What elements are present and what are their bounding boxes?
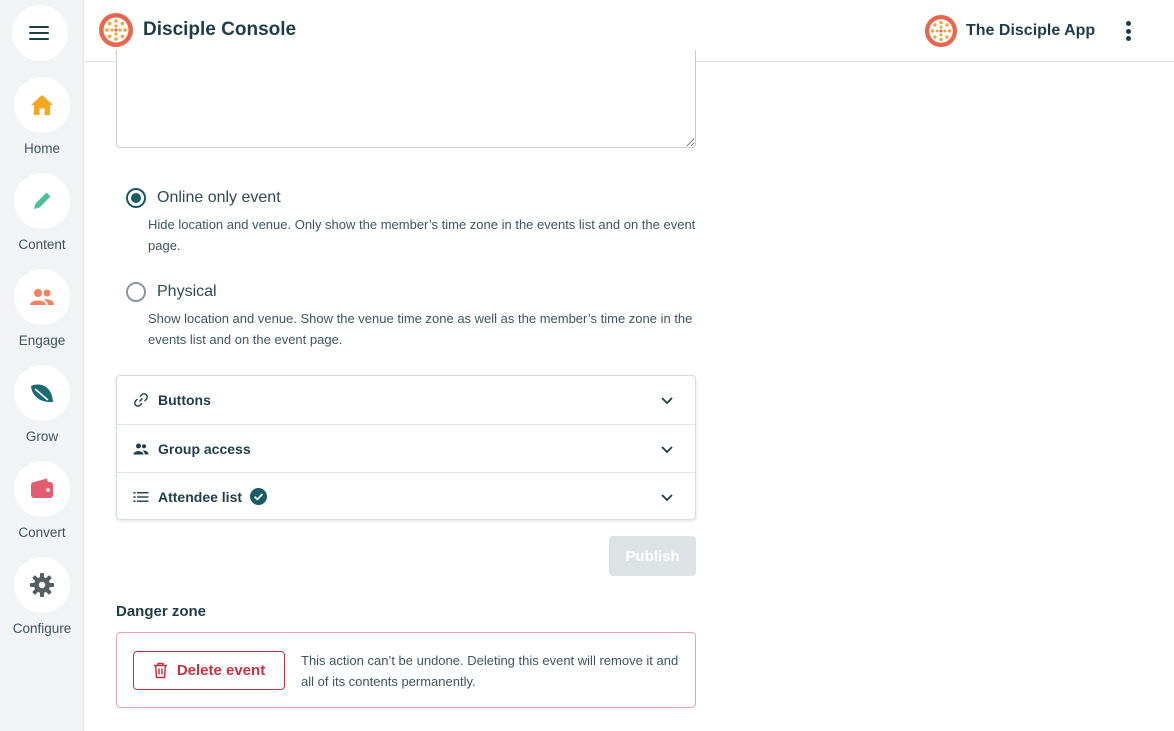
trash-icon	[153, 662, 167, 679]
danger-zone: Delete event This action can’t be undone…	[116, 632, 696, 708]
sidebar-item-label: Configure	[12, 621, 72, 636]
sidebar-item-convert[interactable]: Convert	[0, 461, 84, 540]
publish-button[interactable]: Publish	[609, 536, 696, 576]
sidebar-item-configure[interactable]: Configure	[0, 557, 84, 636]
sidebar-item-home[interactable]: Home	[0, 77, 84, 156]
radio-online-only[interactable]: Online only event	[126, 188, 281, 208]
accordion-attendee-list[interactable]: Attendee list	[117, 472, 695, 520]
chevron-down-icon	[661, 446, 673, 454]
home-icon	[14, 77, 70, 133]
accordion-label: Buttons	[158, 392, 211, 408]
radio-label: Online only event	[157, 189, 281, 206]
delete-event-button[interactable]: Delete event	[133, 651, 285, 690]
sidebar-item-label: Content	[18, 237, 66, 252]
check-circle-icon	[250, 488, 268, 505]
gear-icon	[14, 557, 70, 613]
app-logo-icon	[924, 14, 958, 48]
sidebar-item-label: Convert	[18, 525, 66, 540]
chevron-down-icon	[661, 494, 673, 502]
radio-description: Show location and venue. Show the venue …	[148, 311, 693, 347]
description-textarea[interactable]	[116, 50, 696, 148]
people-icon	[133, 441, 149, 457]
app-switcher[interactable]: The Disciple App	[924, 14, 1095, 48]
danger-zone-title: Danger zone	[116, 603, 207, 620]
accordion-buttons[interactable]: Buttons	[117, 376, 695, 424]
sidebar: Home Content Engage Grow Convert Configu…	[0, 0, 84, 731]
menu-button[interactable]	[12, 5, 68, 61]
app-name: The Disciple App	[966, 22, 1096, 39]
sidebar-item-engage[interactable]: Engage	[0, 269, 84, 348]
radio-label: Physical	[157, 283, 217, 300]
list-icon	[133, 489, 149, 505]
accordion-label: Group access	[158, 440, 251, 457]
sidebar-item-label: Grow	[25, 429, 59, 444]
radio-button-selected[interactable]	[126, 188, 146, 208]
leaf-icon	[14, 365, 70, 421]
delete-event-label: Delete event	[176, 662, 266, 679]
wallet-icon	[14, 461, 70, 517]
app-title: Disciple Console	[143, 19, 297, 40]
people-icon	[14, 269, 70, 325]
radio-button[interactable]	[126, 282, 146, 302]
accordion-group-access[interactable]: Group access	[117, 424, 695, 472]
settings-accordion: Buttons Group access Attendee list	[116, 375, 696, 520]
radio-physical[interactable]: Physical	[126, 282, 217, 302]
disciple-logo-icon	[99, 13, 133, 47]
hamburger-icon	[29, 26, 49, 40]
brand: Disciple Console	[98, 12, 296, 48]
sidebar-item-label: Home	[23, 141, 60, 156]
pencil-icon	[14, 173, 70, 229]
radio-description: Hide location and venue. Only show the m…	[148, 217, 696, 253]
chevron-down-icon	[661, 397, 673, 405]
accordion-label: Attendee list	[158, 488, 243, 505]
more-options-icon[interactable]	[1116, 18, 1140, 44]
link-icon	[133, 392, 149, 408]
delete-warning-text: This action can’t be undone. Deleting th…	[301, 653, 679, 689]
sidebar-item-label: Engage	[18, 333, 66, 348]
sidebar-item-grow[interactable]: Grow	[0, 365, 84, 444]
sidebar-item-content[interactable]: Content	[0, 173, 84, 252]
